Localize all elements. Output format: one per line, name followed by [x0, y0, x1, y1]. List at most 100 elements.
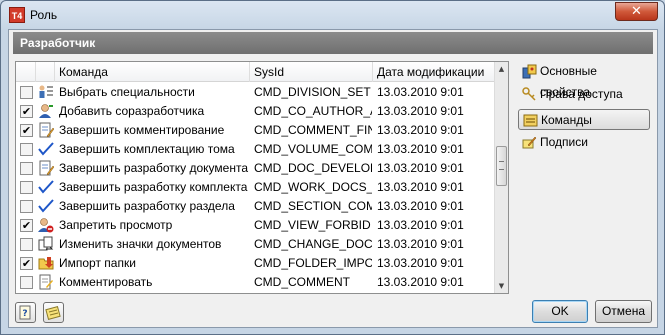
- sysid-cell: CMD_COMMENT: [254, 275, 350, 289]
- command-name-cell: Импорт папки: [59, 256, 136, 270]
- sidebar-item-commands[interactable]: Команды: [518, 109, 650, 130]
- sidebar-item-signatures[interactable]: Подписи: [518, 132, 650, 153]
- table-row[interactable]: Завершить разработку раздела CMD_SECTION_…: [16, 197, 496, 216]
- modified-date-cell: 13.03.2010 9:01: [377, 142, 464, 156]
- table-row[interactable]: ✔ Импорт папки CMD_FOLDER_IMPORT 13.03.2010…: [16, 254, 496, 273]
- command-name-cell: Добавить соразработчика: [59, 104, 205, 118]
- vertical-scrollbar[interactable]: ▲ ▼: [494, 62, 508, 293]
- row-checkbox[interactable]: [20, 143, 33, 156]
- sidebar-item-label: Команды: [541, 113, 592, 127]
- sysid-cell: CMD_CHANGE_DOC_I: [254, 237, 372, 251]
- table-row[interactable]: ✔ Завершить комментирование CMD_COMMENT_FI…: [16, 121, 496, 140]
- grid-header: Команда SysId Дата модификации: [16, 62, 496, 82]
- scroll-up-arrow-icon[interactable]: ▲: [495, 62, 508, 76]
- signature-icon: [522, 135, 537, 150]
- sysid-cell: CMD_FOLDER_IMPORT: [254, 256, 372, 270]
- modified-date-cell: 13.03.2010 9:01: [377, 237, 464, 251]
- table-row[interactable]: Изменить значки документов CMD_CHANGE_DOC…: [16, 235, 496, 254]
- row-checkbox[interactable]: ✔: [20, 124, 33, 137]
- row-checkbox[interactable]: [20, 276, 33, 289]
- row-checkbox[interactable]: [20, 86, 33, 99]
- modified-date-cell: 13.03.2010 9:01: [377, 180, 464, 194]
- command-name-cell: Завершить комментирование: [59, 123, 225, 137]
- close-button[interactable]: ✕: [615, 2, 658, 21]
- sidebar-item-label: Подписи: [540, 135, 588, 149]
- command-name-cell: Выбрать специальности: [59, 85, 195, 99]
- modified-date-cell: 13.03.2010 9:01: [377, 123, 464, 137]
- sysid-cell: CMD_WORK_DOCS_SE: [254, 180, 372, 194]
- folder-import-icon: [38, 255, 54, 271]
- modified-date-cell: 13.03.2010 9:01: [377, 85, 464, 99]
- command-name-cell: Завершить разработку комплекта: [59, 180, 248, 194]
- command-name-cell: Изменить значки документов: [59, 237, 222, 251]
- comment-icon: [38, 274, 54, 290]
- column-header-sysid[interactable]: SysId: [250, 62, 373, 82]
- sidebar-item-access-rights[interactable]: Права доступа: [518, 84, 650, 105]
- header-icon-column[interactable]: [36, 62, 55, 82]
- sysid-cell: CMD_CO_AUTHOR_AP: [254, 104, 372, 118]
- window-title: Роль: [30, 8, 58, 22]
- scroll-down-arrow-icon[interactable]: ▼: [495, 279, 508, 293]
- modified-date-cell: 13.03.2010 9:01: [377, 199, 464, 213]
- table-row[interactable]: ✔ Запретить просмотр CMD_VIEW_FORBID 13.03.…: [16, 216, 496, 235]
- row-checkbox[interactable]: [20, 162, 33, 175]
- modified-date-cell: 13.03.2010 9:01: [377, 104, 464, 118]
- table-row[interactable]: Завершить разработку комплекта CMD_WORK_D…: [16, 178, 496, 197]
- document-change-icon: [38, 236, 54, 252]
- modified-date-cell: 13.03.2010 9:01: [377, 161, 464, 175]
- commands-grid: Команда SysId Дата модификации Выбрать с…: [15, 61, 509, 294]
- title-bar[interactable]: T4 Роль ✕: [1, 1, 664, 29]
- command-name-cell: Комментировать: [59, 275, 153, 289]
- sysid-cell: CMD_DOC_DEVELOPE: [254, 161, 372, 175]
- sysid-cell: CMD_VOLUME_COMP: [254, 142, 372, 156]
- sysid-cell: CMD_SECTION_COMP: [254, 199, 372, 213]
- table-row[interactable]: Завершить комплектацию тома CMD_VOLUME_CO…: [16, 140, 496, 159]
- notes-button[interactable]: [43, 302, 64, 323]
- sysid-cell: CMD_VIEW_FORBID: [254, 218, 371, 232]
- keys-icon: [522, 87, 537, 102]
- column-header-command[interactable]: Команда: [55, 62, 250, 82]
- role-name-header: Разработчик: [13, 32, 653, 54]
- checkmark-icon: [38, 198, 54, 214]
- ok-button[interactable]: OK: [532, 300, 588, 323]
- row-checkbox[interactable]: ✔: [20, 219, 33, 232]
- dialog-client-area: Разработчик Команда SysId Дата модификац…: [8, 29, 658, 328]
- checkmark-icon: [38, 141, 54, 157]
- row-checkbox[interactable]: [20, 181, 33, 194]
- row-checkbox[interactable]: ✔: [20, 105, 33, 118]
- document-edit-icon: [38, 160, 55, 176]
- document-edit-icon: [38, 122, 55, 138]
- sysid-cell: CMD_COMMENT_FINI: [254, 123, 372, 137]
- table-row[interactable]: ✔ Добавить соразработчика CMD_CO_AUTHOR_AP…: [16, 102, 496, 121]
- help-button[interactable]: ?: [15, 302, 36, 323]
- list-person-icon: [38, 84, 54, 100]
- header-checkbox-column[interactable]: [16, 62, 36, 82]
- command-name-cell: Запретить просмотр: [59, 218, 173, 232]
- table-row[interactable]: Завершить разработку документа CMD_DOC_DE…: [16, 159, 496, 178]
- modified-date-cell: 13.03.2010 9:01: [377, 218, 464, 232]
- table-row[interactable]: Выбрать специальности CMD_DIVISION_SET 13.…: [16, 83, 496, 102]
- row-checkbox[interactable]: ✔: [20, 257, 33, 270]
- modified-date-cell: 13.03.2010 9:01: [377, 275, 464, 289]
- row-checkbox[interactable]: [20, 200, 33, 213]
- properties-icon: [522, 64, 537, 79]
- command-name-cell: Завершить разработку раздела: [59, 199, 235, 213]
- notes-icon: [45, 306, 61, 320]
- commands-icon: [523, 113, 538, 128]
- checkmark-icon: [38, 179, 54, 195]
- sysid-cell: CMD_DIVISION_SET: [254, 85, 371, 99]
- user-add-icon: [38, 103, 54, 119]
- command-name-cell: Завершить разработку документа: [59, 161, 248, 175]
- sidebar-item-label: Права доступа: [540, 87, 623, 101]
- sidebar-item-main-properties[interactable]: Основные свойства: [518, 61, 650, 99]
- cancel-button[interactable]: Отмена: [595, 300, 652, 323]
- column-header-modified-date[interactable]: Дата модификации: [373, 62, 496, 82]
- user-forbid-icon: [38, 217, 54, 233]
- svg-text:?: ?: [22, 309, 27, 319]
- scroll-thumb[interactable]: [496, 146, 507, 186]
- table-row[interactable]: Комментировать CMD_COMMENT 13.03.2010 9:01: [16, 273, 496, 292]
- row-checkbox[interactable]: [20, 238, 33, 251]
- role-dialog-window: T4 Роль ✕ Разработчик Команда SysId Дата…: [0, 0, 665, 335]
- command-name-cell: Завершить комплектацию тома: [59, 142, 235, 156]
- app-logo-icon: T4: [9, 7, 25, 23]
